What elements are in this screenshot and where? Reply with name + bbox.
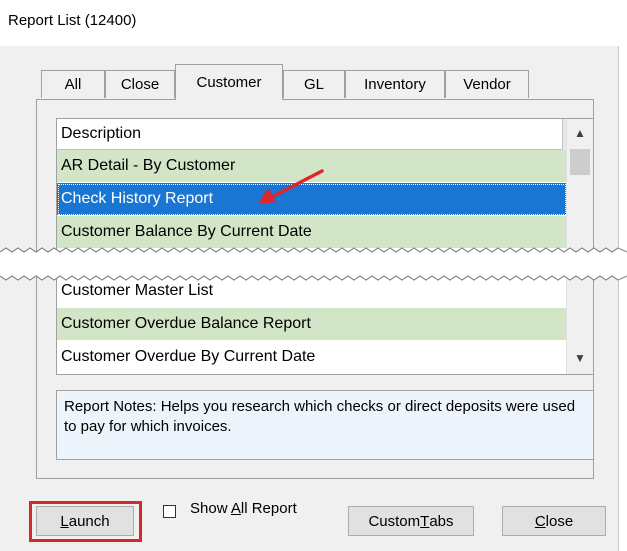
torn-break	[0, 247, 627, 281]
tab-gl[interactable]: GL	[283, 70, 345, 98]
tab-customer[interactable]: Customer	[175, 64, 283, 100]
window-title: Report List (12400)	[8, 12, 137, 29]
show-all-report-checkbox[interactable]	[163, 505, 176, 518]
list-item[interactable]: Customer Overdue By Current Date	[57, 341, 567, 374]
tab-customer-label: Customer	[196, 74, 262, 91]
show-all-report-label[interactable]: Show All Report	[190, 500, 297, 517]
launch-button[interactable]: Launch	[36, 506, 134, 536]
scroll-up-icon[interactable]: ▲	[567, 119, 593, 147]
report-list-bottom: Customer Master List Customer Overdue Ba…	[56, 272, 594, 375]
show-all-label-post: ll Report	[240, 500, 297, 517]
vertical-scrollbar-lower[interactable]: ▼	[566, 272, 593, 374]
custom-tabs-label-mnemonic: T	[420, 512, 430, 530]
show-all-label-pre: Show	[190, 500, 231, 517]
close-label-mnemonic: C	[534, 512, 546, 530]
report-list-window: Report List (12400) All Close Customer G…	[0, 0, 627, 551]
title-bar: Report List (12400)	[0, 0, 627, 46]
custom-tabs-label-pre: Custom	[368, 512, 421, 530]
tab-close[interactable]: Close	[105, 70, 175, 98]
tab-all-label: All	[64, 76, 82, 93]
tab-vendor-label: Vendor	[463, 76, 511, 93]
custom-tabs-button[interactable]: Custom Tabs	[348, 506, 474, 536]
show-all-label-mnemonic: A	[230, 500, 241, 517]
tab-inventory-label: Inventory	[364, 76, 426, 93]
red-arrow-icon	[258, 169, 324, 204]
tab-inventory[interactable]: Inventory	[345, 70, 445, 98]
scroll-thumb[interactable]	[570, 149, 590, 175]
tab-close-label: Close	[120, 76, 160, 93]
vertical-scrollbar[interactable]: ▲	[566, 119, 593, 258]
tab-gl-label: GL	[303, 76, 324, 93]
tab-vendor[interactable]: Vendor	[445, 70, 529, 98]
close-button[interactable]: Close	[502, 506, 606, 536]
report-notes: Report Notes: Helps you research which c…	[56, 390, 594, 460]
close-label-post: lose	[545, 512, 574, 530]
column-header-description[interactable]: Description	[57, 119, 563, 150]
launch-label-mnemonic: L	[60, 512, 69, 530]
launch-label-post: aunch	[68, 512, 110, 530]
list-item[interactable]: Customer Overdue Balance Report	[57, 308, 567, 341]
tab-all[interactable]: All	[41, 70, 105, 98]
custom-tabs-label-post: abs	[429, 512, 454, 530]
scroll-down-icon[interactable]: ▼	[567, 344, 593, 372]
